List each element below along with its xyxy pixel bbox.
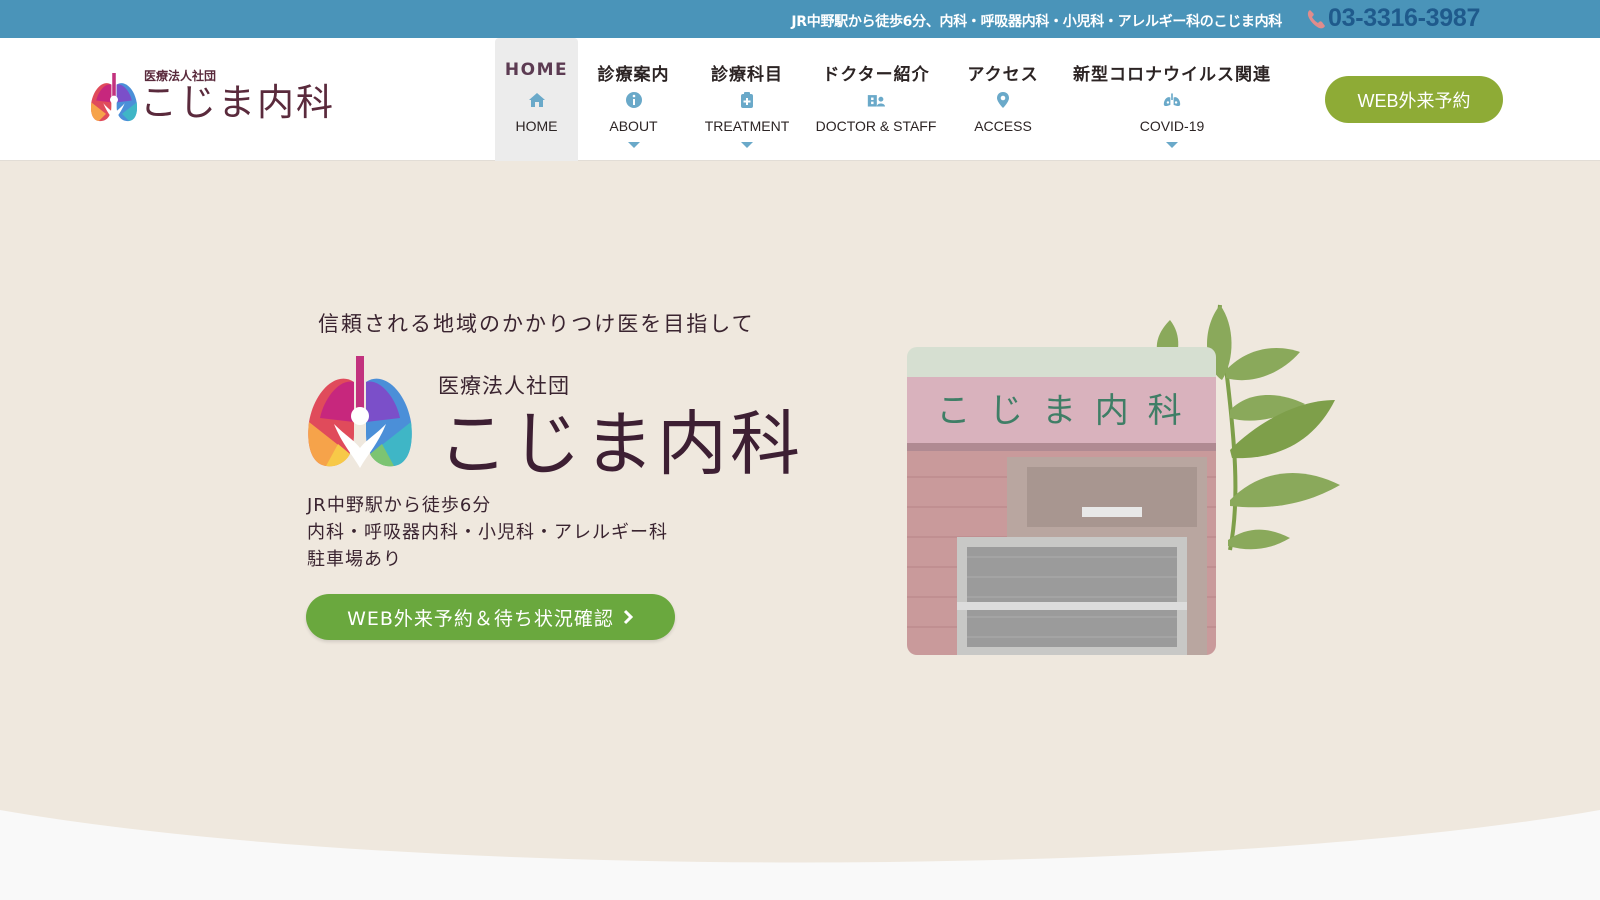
hero-logo-title: こじま内科 — [438, 403, 803, 485]
lungs-logo-icon — [308, 356, 412, 468]
chevron-right-icon — [623, 609, 634, 625]
nav-covid-label: 新型コロナウイルス関連 — [1073, 65, 1271, 85]
chevron-down-icon — [1166, 142, 1178, 148]
nav-about-en: ABOUT — [609, 118, 658, 134]
nav-doctor-staff[interactable]: ドクター紹介 DOCTOR & STAFF — [805, 38, 947, 161]
phone-link[interactable]: 03-3316-3987 — [1306, 4, 1480, 33]
chevron-down-icon — [627, 142, 640, 148]
hero-tagline: 信頼される地域のかかりつけ医を目指して — [318, 312, 755, 336]
info-icon — [625, 91, 643, 109]
clinic-sign-text: こ じ ま 内 科 — [936, 391, 1185, 431]
logo-title: こじま内科 — [140, 81, 335, 124]
hero-info-line: JR中野駅から徒歩6分 — [307, 495, 492, 516]
hero-logo-text: 医療法人社団 こじま内科 — [438, 354, 803, 480]
hero-info-line: 内科・呼吸器内科・小児科・アレルギー科 — [307, 522, 668, 543]
hero-logo-subtitle: 医療法人社団 — [438, 374, 570, 398]
chevron-down-icon — [741, 142, 753, 148]
nav-about[interactable]: 診療案内 ABOUT — [578, 38, 689, 161]
bottom-wave — [0, 810, 1600, 900]
logo-text: 医療法人社団 こじま内科 — [140, 70, 335, 123]
map-pin-icon — [994, 91, 1012, 109]
hero-cta-label: WEB外来予約＆待ち状況確認 — [347, 607, 614, 630]
site-logo[interactable]: 医療法人社団 こじま内科 — [90, 70, 335, 123]
site-header: 医療法人社団 こじま内科 HOME HOME 診療案内 ABOUT 診療科目 T… — [0, 38, 1600, 161]
lungs-virus-icon — [1163, 91, 1181, 109]
nav-doctor-en: DOCTOR & STAFF — [815, 118, 937, 134]
phone-number: 03-3316-3987 — [1328, 4, 1481, 32]
web-reservation-button[interactable]: WEB外来予約 — [1325, 76, 1503, 123]
nav-access[interactable]: アクセス ACCESS — [947, 38, 1059, 161]
nav-covid-en: COVID-19 — [1139, 118, 1205, 134]
topbar-tagline: JR中野駅から徒歩6分、内科・呼吸器内科・小児科・アレルギー科のこじま内科 — [791, 14, 1282, 30]
hero-info: JR中野駅から徒歩6分 内科・呼吸器内科・小児科・アレルギー科 駐車場あり — [307, 492, 668, 573]
nav-treatment-en: TREATMENT — [704, 118, 790, 134]
phone-icon — [1307, 9, 1325, 28]
top-bar: JR中野駅から徒歩6分、内科・呼吸器内科・小児科・アレルギー科のこじま内科 03… — [0, 0, 1600, 38]
clinic-entrance-photo: こ じ ま 内 科 — [907, 347, 1216, 655]
home-icon — [528, 91, 546, 109]
nav-home[interactable]: HOME HOME — [495, 38, 578, 161]
nav-access-label: アクセス — [967, 65, 1039, 85]
nav-doctor-label: ドクター紹介 — [822, 65, 930, 85]
nav-treatment[interactable]: 診療科目 TREATMENT — [689, 38, 805, 161]
nav-home-label: HOME — [504, 60, 569, 80]
main-nav: HOME HOME 診療案内 ABOUT 診療科目 TREATMENT ドクター… — [495, 38, 1285, 161]
hero-info-line: 駐車場あり — [307, 549, 402, 570]
lungs-logo-icon — [90, 73, 138, 122]
web-reservation-status-button[interactable]: WEB外来予約＆待ち状況確認 — [306, 594, 675, 640]
hero-logo: 医療法人社団 こじま内科 — [306, 354, 803, 480]
nav-access-en: ACCESS — [974, 118, 1032, 134]
nav-home-en: HOME — [515, 118, 558, 134]
nav-treatment-label: 診療科目 — [711, 65, 783, 85]
clipboard-medical-icon — [738, 91, 756, 109]
nav-about-label: 診療案内 — [597, 65, 670, 85]
hospital-user-icon — [867, 91, 885, 109]
nav-covid19[interactable]: 新型コロナウイルス関連 COVID-19 — [1059, 38, 1285, 161]
